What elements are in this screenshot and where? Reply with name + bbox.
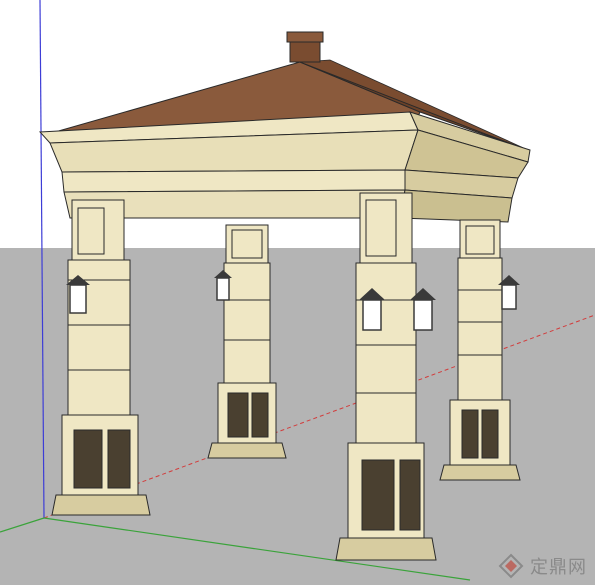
gazebo-scene bbox=[0, 0, 595, 585]
watermark-text: 定鼎网 bbox=[530, 557, 587, 578]
watermark: 定鼎网 bbox=[498, 553, 587, 579]
roof-finial bbox=[286, 31, 324, 63]
sketchup-viewport[interactable]: 定鼎网 bbox=[0, 0, 595, 585]
watermark-logo-icon bbox=[498, 553, 524, 579]
